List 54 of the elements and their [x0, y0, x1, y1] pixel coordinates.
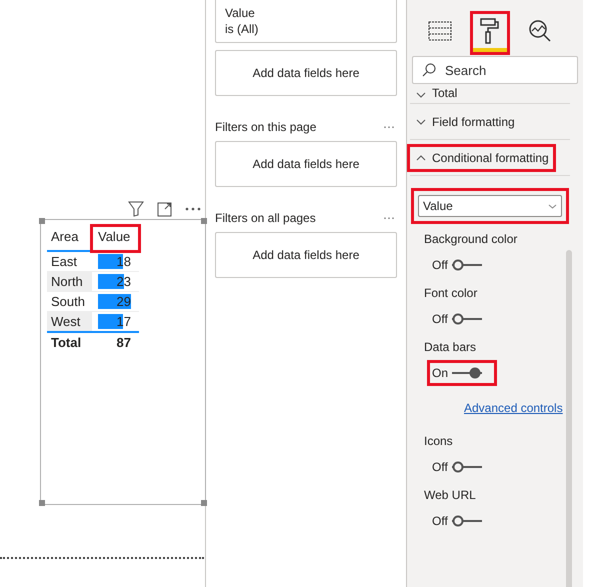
- filter-icon[interactable]: [128, 201, 144, 217]
- total-value: 87: [116, 334, 132, 352]
- section-header[interactable]: Conditional formatting: [410, 147, 553, 169]
- focus-mode-icon[interactable]: [157, 202, 172, 216]
- table-cell-text: South: [50, 293, 86, 311]
- table-cell-text: 29: [116, 293, 131, 311]
- more-options-button[interactable]: ⋯: [383, 118, 397, 136]
- paint-roller-icon: [479, 17, 501, 45]
- table-cell-text: East: [50, 253, 78, 271]
- option-label: Background color: [424, 231, 518, 247]
- section-title: Filters on this page: [215, 119, 316, 136]
- more-options-icon[interactable]: [185, 207, 201, 211]
- chevron-down-icon: [548, 204, 557, 208]
- toggle-switch[interactable]: [452, 367, 482, 379]
- drop-zone[interactable]: Add data fields here: [215, 141, 397, 187]
- more-options-button[interactable]: ⋯: [383, 209, 397, 227]
- filter-field-name: Value: [225, 5, 256, 21]
- section-title: Filters on all pages: [215, 210, 316, 227]
- resize-handle[interactable]: [39, 218, 45, 224]
- pane-tab[interactable]: [473, 14, 507, 52]
- resize-handle[interactable]: [201, 218, 207, 224]
- toggle-switch[interactable]: [452, 461, 482, 473]
- search-field[interactable]: Search: [412, 56, 578, 84]
- field-dropdown[interactable]: Value: [418, 195, 562, 217]
- toggle-switch[interactable]: [452, 313, 482, 325]
- option-label: Font color: [424, 285, 478, 301]
- chevron-down-icon: [416, 119, 426, 125]
- column-header[interactable]: Area: [47, 226, 92, 250]
- drop-zone[interactable]: Add data fields here: [215, 50, 397, 96]
- toggle-state: Off: [432, 513, 448, 529]
- option-label: Icons: [424, 433, 454, 449]
- toggle-switch[interactable]: [452, 259, 482, 271]
- drop-zone[interactable]: Add data fields here: [215, 232, 397, 278]
- toggle-state: Off: [432, 257, 448, 273]
- total-label: Total: [50, 334, 82, 352]
- option-label: Web URL: [424, 487, 477, 503]
- resize-handle[interactable]: [201, 500, 207, 506]
- chevron-up-icon: [416, 155, 426, 161]
- search-icon: [422, 63, 436, 77]
- toggle-state: Off: [432, 459, 448, 475]
- advanced-controls-link[interactable]: Advanced controls: [464, 399, 563, 417]
- toggle-state: On: [432, 365, 448, 381]
- section-header[interactable]: Field formatting: [410, 111, 519, 133]
- table-grid-icon: [428, 21, 452, 41]
- option-label: Data bars: [424, 339, 478, 355]
- toggle-state: Off: [432, 311, 448, 327]
- filter-condition: is (All): [225, 21, 260, 37]
- toggle-switch[interactable]: [452, 515, 482, 527]
- chevron-down-icon: [416, 92, 426, 98]
- table-cell: North: [47, 272, 92, 291]
- filter-card[interactable]: Value is (All): [215, 0, 397, 43]
- magnifier-chart-icon: [528, 19, 552, 43]
- resize-handle[interactable]: [39, 500, 45, 506]
- table-cell: West: [47, 312, 92, 331]
